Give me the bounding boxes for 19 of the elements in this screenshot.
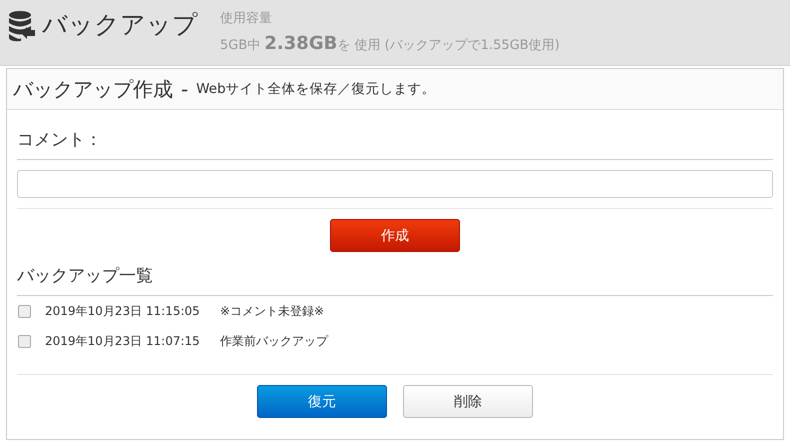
backup-date: 2019年10月23日 11:15:05 [45, 302, 201, 320]
restore-button[interactable]: 復元 [257, 385, 387, 418]
usage-label: 使用容量 [220, 10, 273, 27]
comment-field[interactable] [17, 170, 773, 198]
page-title: バックアップ [42, 9, 198, 41]
row-checkbox[interactable] [18, 334, 31, 348]
delete-button[interactable]: 削除 [403, 385, 533, 418]
backup-comment: ※コメント未登録※ [220, 302, 324, 320]
list-title: バックアップ一覧 [17, 252, 773, 296]
panel-subtitle: Webサイト全体を保存／復元します。 [196, 80, 436, 98]
create-button[interactable]: 作成 [330, 219, 460, 252]
backup-comment: 作業前バックアップ [220, 332, 328, 350]
comment-label: コメント： [17, 110, 773, 160]
usage-text: 5GB中 2.38GBを 使用 (バックアップで1.55GB使用) [220, 33, 560, 54]
title-separator: - [181, 77, 188, 101]
backup-date: 2019年10月23日 11:07:15 [45, 332, 201, 350]
row-checkbox[interactable] [18, 304, 31, 318]
database-icon [8, 10, 36, 42]
panel-title: バックアップ作成 [13, 76, 173, 102]
